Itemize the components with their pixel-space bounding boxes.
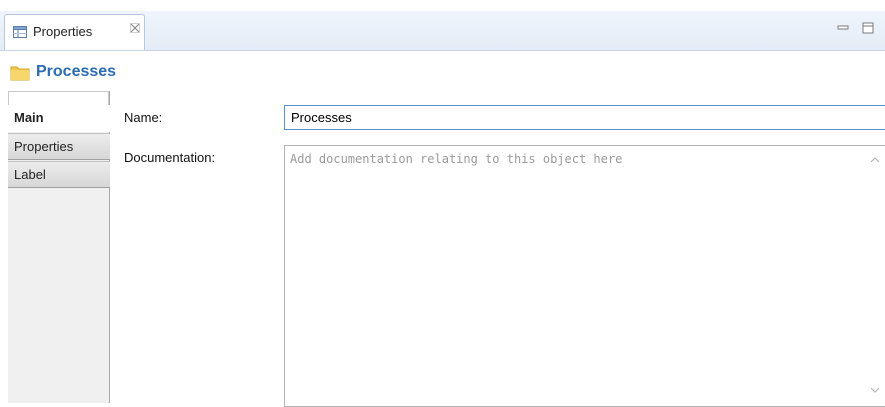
page-title: Processes — [36, 63, 117, 80]
properties-header: Processes — [0, 50, 885, 91]
side-tab-strip — [8, 91, 109, 105]
properties-table-icon — [13, 26, 27, 38]
tab-label-label: Label — [14, 167, 46, 182]
maximize-icon[interactable] — [862, 22, 874, 34]
minimize-icon[interactable] — [837, 22, 849, 34]
scroll-down-icon[interactable] — [870, 386, 880, 394]
view-tab-bar: Properties — [0, 0, 885, 50]
top-strip — [0, 0, 885, 11]
documentation-textarea[interactable]: Add documentation relating to this objec… — [284, 145, 885, 407]
tab-main[interactable]: Main — [8, 105, 110, 132]
documentation-placeholder: Add documentation relating to this objec… — [290, 152, 623, 166]
properties-view-tab[interactable]: Properties — [4, 14, 145, 50]
tab-label[interactable]: Label — [8, 161, 110, 188]
name-input[interactable] — [284, 105, 885, 130]
tab-main-label: Main — [14, 110, 44, 125]
close-icon[interactable] — [130, 23, 140, 33]
name-label: Name: — [124, 110, 163, 125]
folder-icon — [10, 66, 30, 81]
tab-properties[interactable]: Properties — [8, 133, 110, 160]
side-tab-list: Main Properties Label — [8, 91, 110, 403]
view-tab-label: Properties — [33, 24, 93, 39]
documentation-label: Documentation: — [124, 150, 216, 165]
scroll-up-icon[interactable] — [870, 156, 880, 164]
tab-properties-label: Properties — [14, 139, 74, 154]
